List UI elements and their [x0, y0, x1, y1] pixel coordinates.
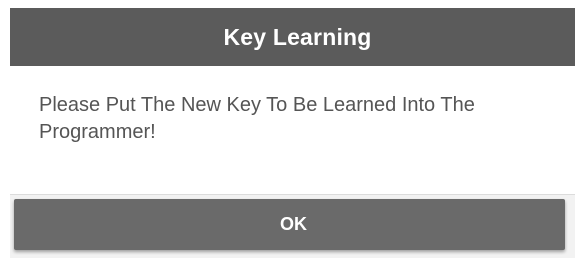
dialog-title-bar: Key Learning: [10, 8, 575, 66]
dialog-title: Key Learning: [223, 23, 372, 50]
ok-button-label: OK: [280, 214, 307, 234]
ok-button[interactable]: OK: [14, 199, 565, 250]
dialog-message: Please Put The New Key To Be Learned Int…: [39, 94, 475, 143]
